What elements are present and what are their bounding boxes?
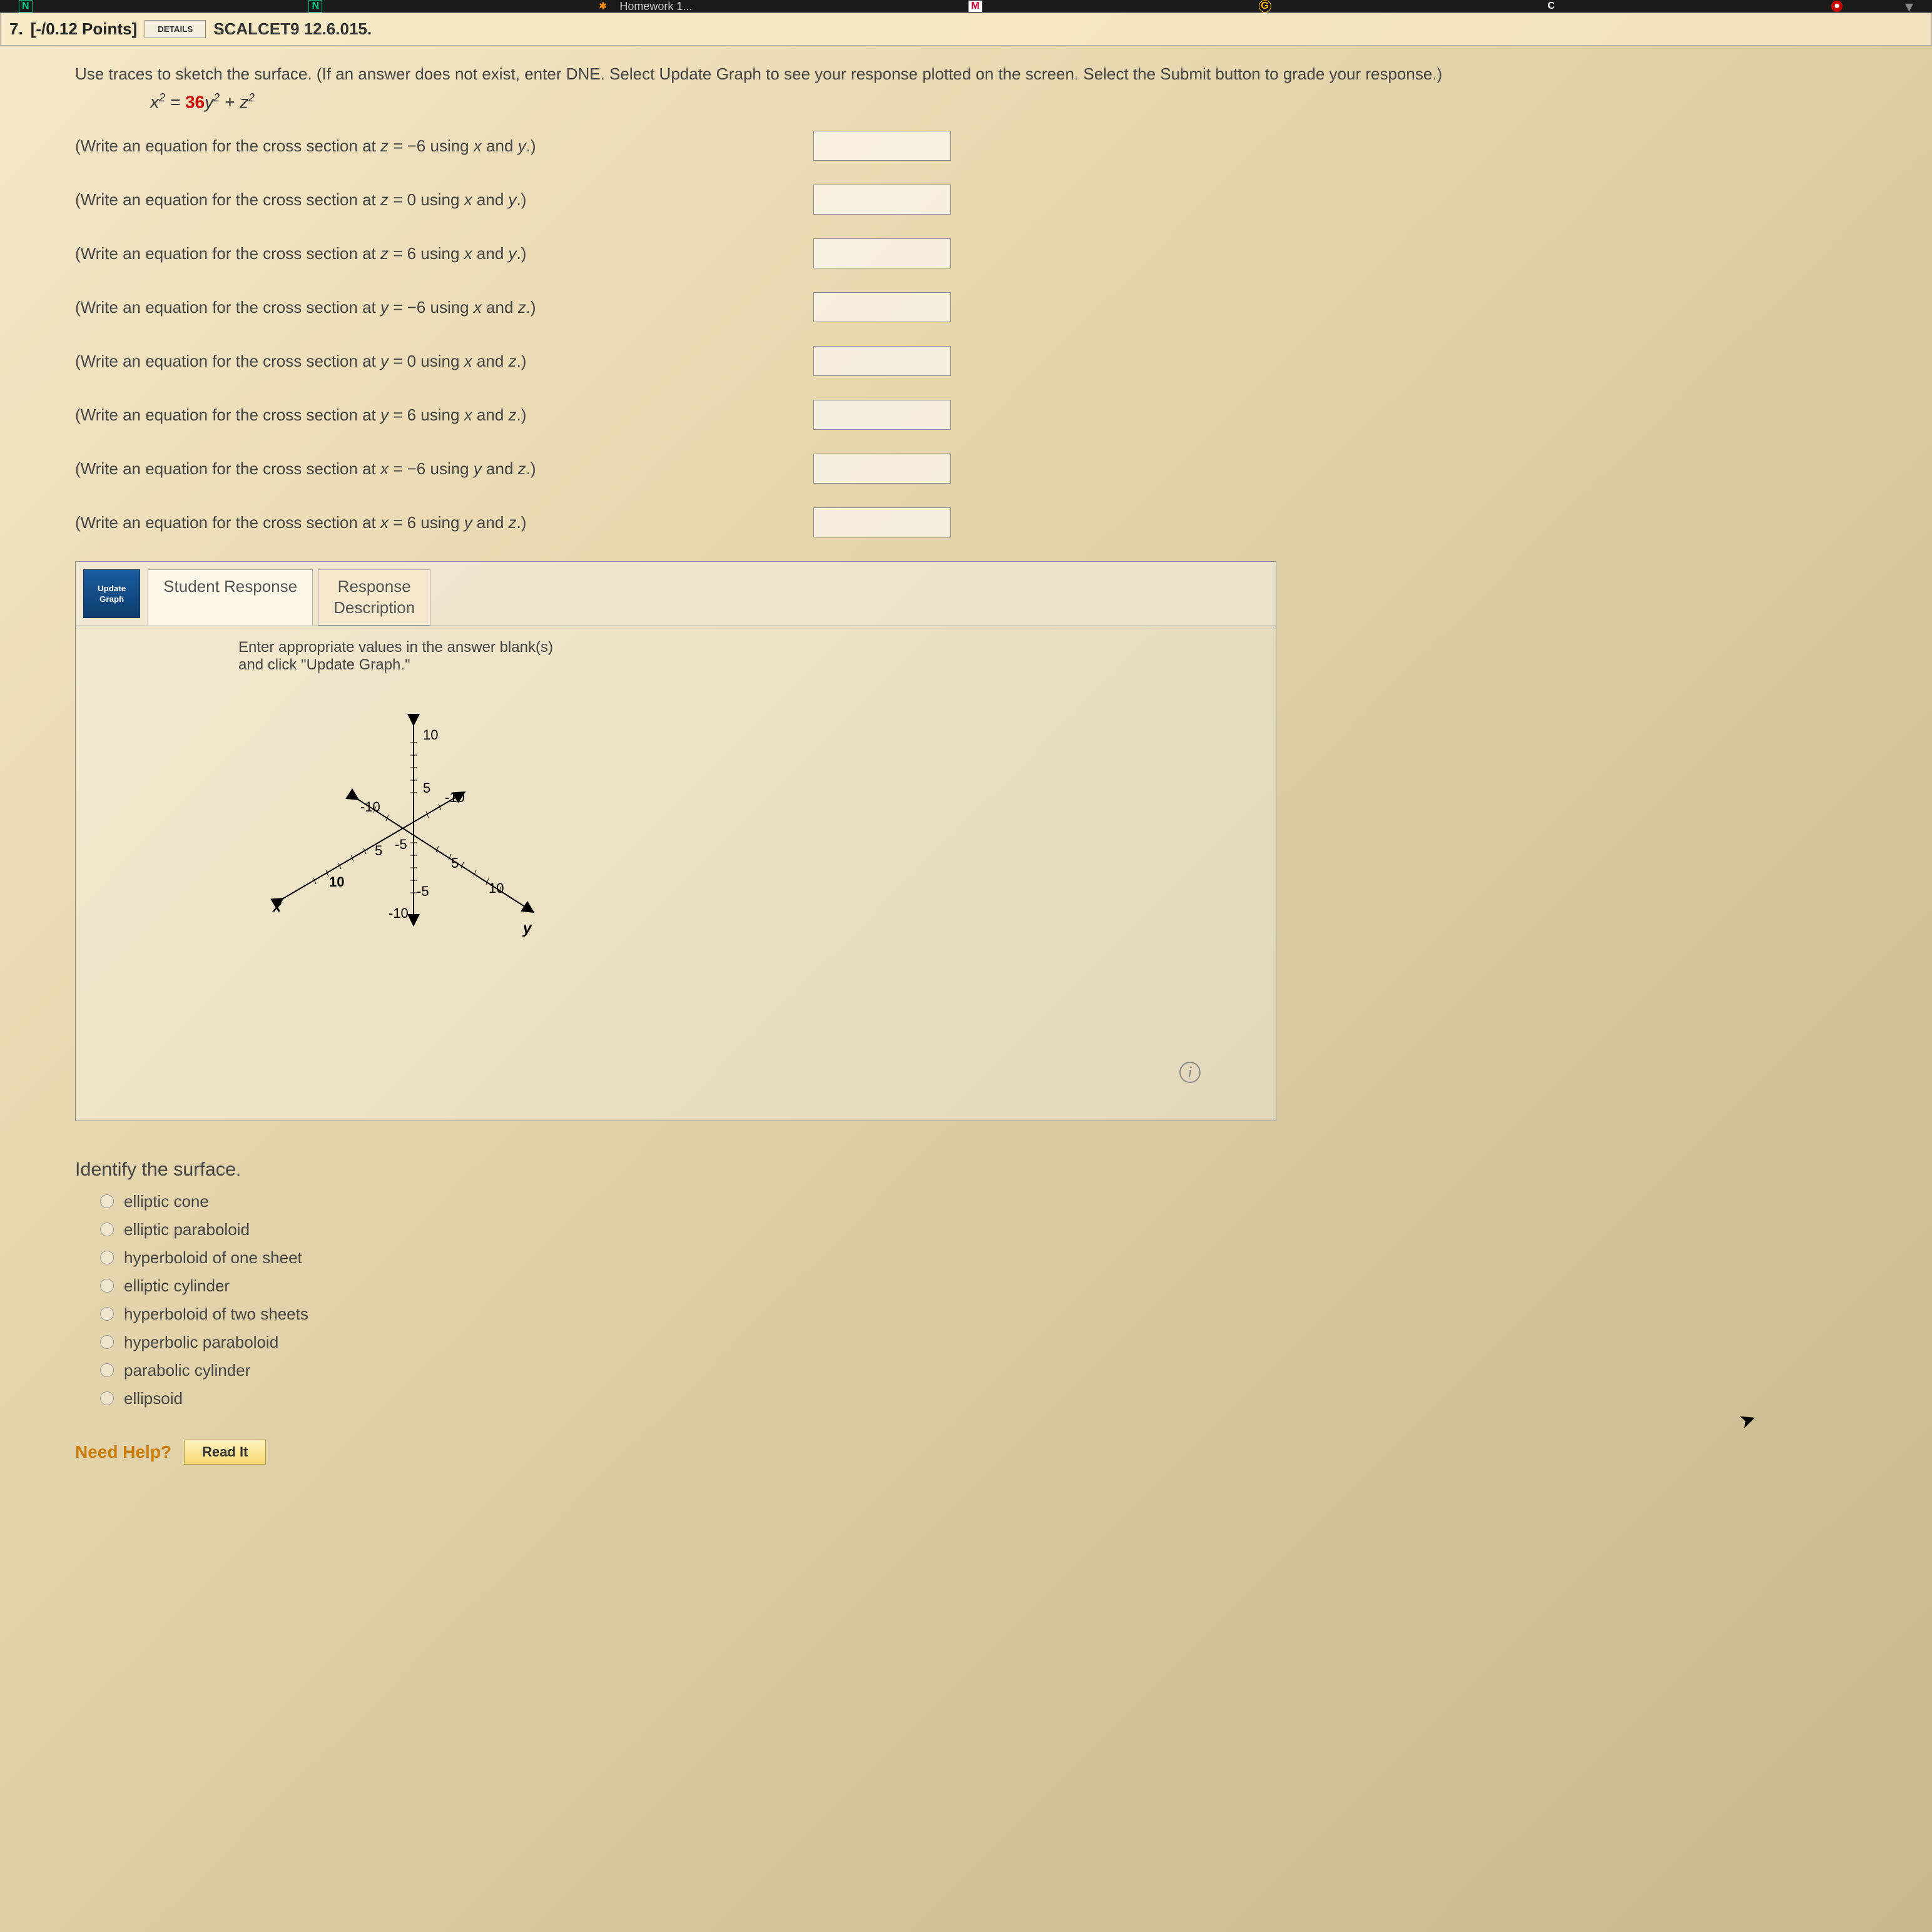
cross-section-row: (Write an equation for the cross section… (75, 346, 1907, 376)
surface-option-label: parabolic cylinder (124, 1361, 250, 1380)
cross-section-row: (Write an equation for the cross section… (75, 238, 1907, 268)
svg-text:-5: -5 (395, 836, 407, 852)
question-reference: SCALCET9 12.6.015. (213, 19, 372, 39)
surface-option[interactable]: elliptic cone (100, 1192, 1907, 1211)
svg-text:10: 10 (329, 874, 344, 890)
svg-text:5: 5 (423, 780, 430, 796)
read-it-button[interactable]: Read It (184, 1440, 266, 1465)
svg-text:10: 10 (423, 727, 438, 743)
surface-option-label: ellipsoid (124, 1389, 183, 1408)
tab-icon-n1[interactable]: N (19, 0, 33, 13)
details-button[interactable]: DETAILS (145, 20, 206, 38)
tab-icon-g[interactable]: G (1259, 0, 1271, 13)
tab-icon-red[interactable]: ● (1831, 1, 1843, 12)
surface-option-label: hyperbolic paraboloid (124, 1333, 278, 1352)
answer-input-0[interactable] (813, 131, 951, 161)
question-header: 7. [-/0.12 Points] DETAILS SCALCET9 12.6… (0, 13, 1932, 46)
identify-title: Identify the surface. (75, 1159, 1907, 1181)
cross-section-label: (Write an equation for the cross section… (75, 352, 795, 371)
cross-section-label: (Write an equation for the cross section… (75, 405, 795, 425)
graph-header: Update Graph Student Response Response D… (76, 562, 1276, 626)
cross-section-row: (Write an equation for the cross section… (75, 507, 1907, 537)
answer-input-7[interactable] (813, 507, 951, 537)
svg-text:5: 5 (451, 855, 459, 871)
graph-panel: Update Graph Student Response Response D… (75, 561, 1276, 1121)
radio-button[interactable] (100, 1223, 114, 1236)
surface-option-label: hyperboloid of one sheet (124, 1248, 302, 1268)
cross-section-row: (Write an equation for the cross section… (75, 454, 1907, 484)
need-help-label: Need Help? (75, 1442, 171, 1462)
surface-option[interactable]: hyperbolic paraboloid (100, 1333, 1907, 1352)
svg-text:-10: -10 (445, 790, 465, 805)
surface-option-label: elliptic cylinder (124, 1276, 230, 1296)
equation: x2 = 36y2 + z2 (150, 91, 1907, 112)
radio-button[interactable] (100, 1335, 114, 1349)
surface-option[interactable]: ellipsoid (100, 1389, 1907, 1408)
surface-option[interactable]: elliptic cylinder (100, 1276, 1907, 1296)
cross-section-label: (Write an equation for the cross section… (75, 190, 795, 210)
tab-homework[interactable]: Homework 1... (619, 0, 692, 13)
svg-text:-10: -10 (360, 799, 380, 815)
question-number: 7. (9, 19, 23, 39)
cross-section-row: (Write an equation for the cross section… (75, 292, 1907, 322)
info-icon[interactable]: i (1179, 1062, 1201, 1083)
svg-text:y: y (522, 920, 532, 937)
axes-3d: 10 5 -5 -5 -10 -10 -10 5 10 10 5 x y (238, 686, 589, 987)
radio-button[interactable] (100, 1279, 114, 1293)
surface-option[interactable]: parabolic cylinder (100, 1361, 1907, 1380)
cross-section-label: (Write an equation for the cross section… (75, 244, 795, 263)
radio-button[interactable] (100, 1307, 114, 1321)
update-graph-button[interactable]: Update Graph (83, 569, 140, 618)
answer-input-4[interactable] (813, 346, 951, 376)
svg-text:-5: -5 (417, 883, 429, 899)
answer-input-1[interactable] (813, 185, 951, 215)
surface-option[interactable]: hyperboloid of one sheet (100, 1248, 1907, 1268)
answer-input-5[interactable] (813, 400, 951, 430)
svg-text:x: x (272, 898, 282, 915)
question-points: [-/0.12 Points] (31, 19, 137, 39)
tab-icon-c[interactable]: C (1547, 1, 1555, 12)
graph-message: Enter appropriate values in the answer b… (238, 639, 1251, 674)
tab-response-description[interactable]: Response Description (318, 569, 430, 626)
surface-option[interactable]: elliptic paraboloid (100, 1220, 1907, 1239)
cross-section-label: (Write an equation for the cross section… (75, 298, 795, 317)
svg-text:10: 10 (489, 880, 504, 896)
radio-button[interactable] (100, 1363, 114, 1377)
identify-section: Identify the surface. elliptic cone ellip… (75, 1159, 1907, 1408)
cross-section-label: (Write an equation for the cross section… (75, 513, 795, 532)
surface-option-label: elliptic paraboloid (124, 1220, 250, 1239)
tab-icon-n2[interactable]: N (308, 0, 322, 13)
cross-section-row: (Write an equation for the cross section… (75, 185, 1907, 215)
radio-button[interactable] (100, 1194, 114, 1208)
radio-button[interactable] (100, 1251, 114, 1264)
surface-option-label: elliptic cone (124, 1192, 209, 1211)
surface-option[interactable]: hyperboloid of two sheets (100, 1304, 1907, 1324)
cross-section-row: (Write an equation for the cross section… (75, 131, 1907, 161)
cross-section-row: (Write an equation for the cross section… (75, 400, 1907, 430)
answer-input-2[interactable] (813, 238, 951, 268)
tab-student-response[interactable]: Student Response (148, 569, 313, 626)
radio-button[interactable] (100, 1391, 114, 1405)
svg-text:5: 5 (375, 843, 382, 858)
chevron-down-icon[interactable]: ▾ (1905, 0, 1913, 16)
cross-section-label: (Write an equation for the cross section… (75, 136, 795, 156)
cross-section-label: (Write an equation for the cross section… (75, 459, 795, 479)
svg-text:-10: -10 (389, 905, 409, 921)
surface-option-label: hyperboloid of two sheets (124, 1304, 308, 1324)
answer-input-3[interactable] (813, 292, 951, 322)
answer-input-6[interactable] (813, 454, 951, 484)
tab-icon-m[interactable]: M (969, 1, 982, 12)
instructions-text: Use traces to sketch the surface. (If an… (75, 64, 1907, 84)
browser-tab-bar: N N ✱ Homework 1... M G C ● ▾ (0, 0, 1932, 13)
need-help: Need Help? Read It (75, 1440, 1907, 1465)
